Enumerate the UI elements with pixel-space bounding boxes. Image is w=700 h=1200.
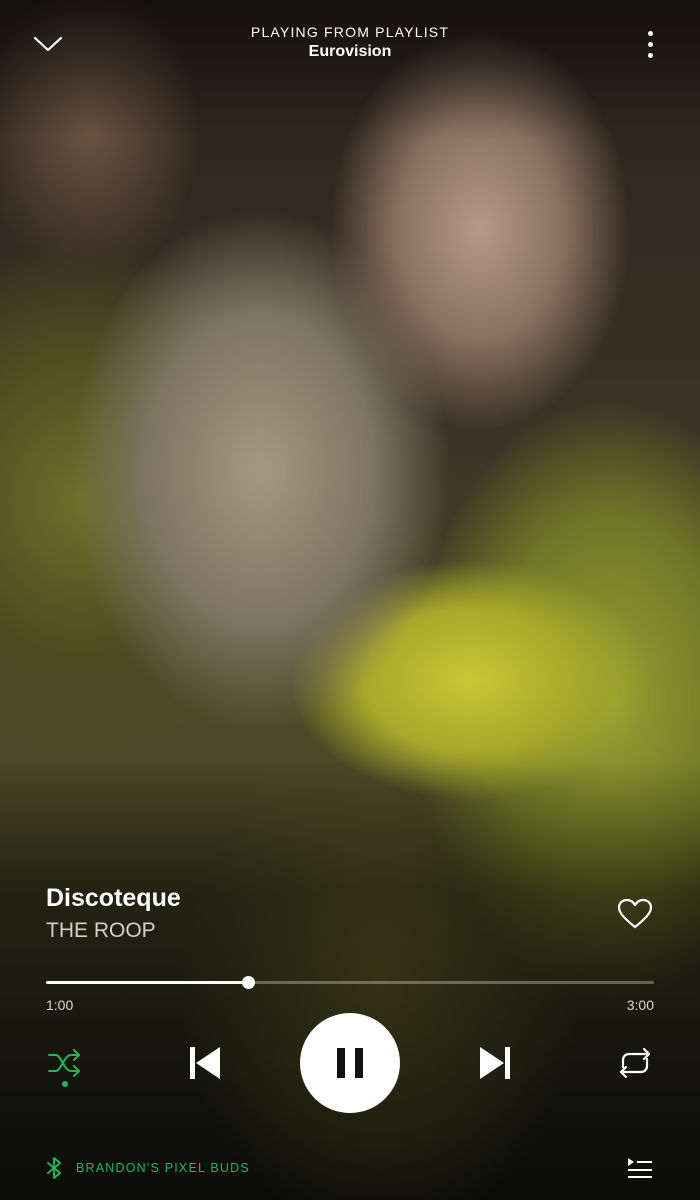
skip-next-icon <box>480 1047 510 1079</box>
track-title: Discoteque <box>46 884 181 912</box>
playing-context: PLAYING FROM PLAYLIST Eurovision <box>150 24 550 61</box>
total-time: 3:00 <box>626 997 654 1013</box>
repeat-button[interactable] <box>610 1040 660 1086</box>
track-artist[interactable]: THE ROOP <box>46 919 156 943</box>
top-gradient-overlay <box>0 0 700 140</box>
more-vertical-icon <box>647 30 653 36</box>
connected-device[interactable]: BRANDON'S PIXEL BUDS <box>46 1156 250 1180</box>
previous-track-button[interactable] <box>180 1040 230 1086</box>
more-vertical-icon-dot <box>647 41 653 47</box>
collapse-button[interactable] <box>28 26 68 62</box>
next-track-button[interactable] <box>470 1040 520 1086</box>
shuffle-icon <box>48 1049 80 1077</box>
pause-button[interactable] <box>300 1013 400 1113</box>
playlist-name[interactable]: Eurovision <box>150 43 550 61</box>
shuffle-button[interactable] <box>40 1040 90 1096</box>
elapsed-time: 1:00 <box>46 997 74 1013</box>
more-vertical-icon-dot <box>647 52 653 58</box>
bluetooth-icon <box>47 1157 61 1179</box>
device-name: BRANDON'S PIXEL BUDS <box>76 1161 250 1175</box>
like-button[interactable] <box>612 894 658 934</box>
queue-icon <box>628 1158 652 1178</box>
skip-previous-icon <box>190 1047 220 1079</box>
pause-icon <box>337 1048 363 1078</box>
repeat-icon <box>619 1047 651 1079</box>
bottom-gradient-overlay <box>0 760 700 1200</box>
queue-button[interactable] <box>620 1152 660 1184</box>
more-options-button[interactable] <box>632 24 668 64</box>
progress-bar[interactable] <box>46 976 654 989</box>
heart-icon <box>617 898 653 929</box>
chevron-down-icon <box>33 36 63 52</box>
shuffle-active-indicator <box>62 1081 68 1087</box>
now-playing-screen: PLAYING FROM PLAYLIST Eurovision Discote… <box>0 0 700 1200</box>
context-label: PLAYING FROM PLAYLIST <box>250 24 450 40</box>
progress-fill <box>46 981 249 984</box>
